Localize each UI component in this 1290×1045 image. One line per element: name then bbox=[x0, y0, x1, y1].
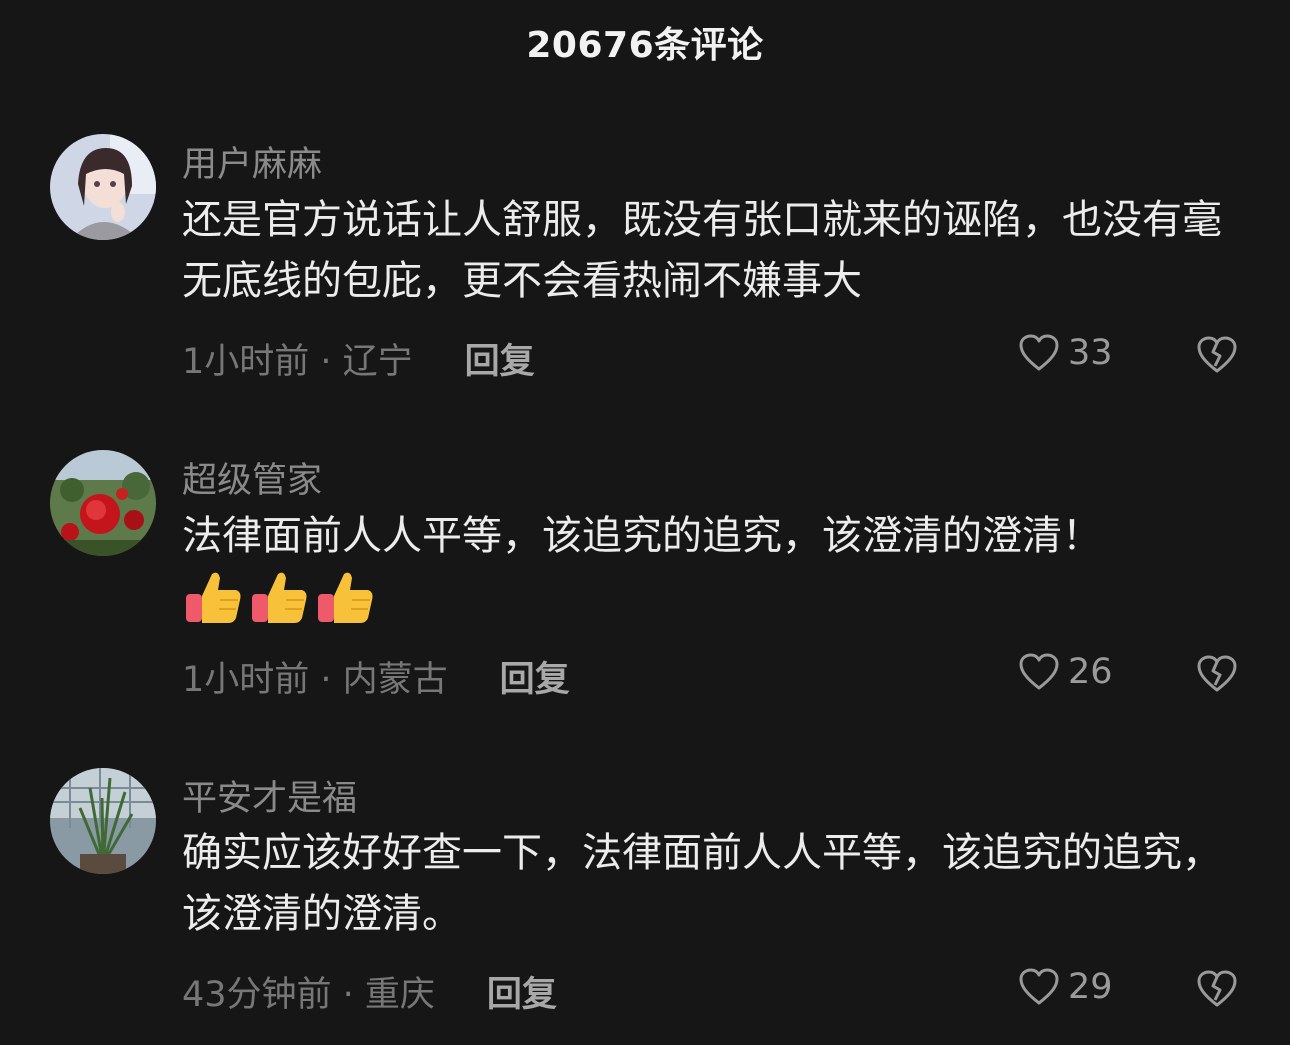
like-count: 26 bbox=[1068, 652, 1113, 692]
thumbs-up-icon bbox=[252, 572, 307, 623]
comment-username[interactable]: 用户麻麻 bbox=[182, 136, 322, 187]
comment-time-location: 43分钟前 · 重庆 bbox=[182, 975, 435, 1015]
heart-icon bbox=[1019, 653, 1059, 690]
comments-header: 20676条评论 bbox=[0, 0, 1290, 84]
broken-heart-icon bbox=[1197, 970, 1237, 1007]
comment-text: 法律面前人人平等，该追究的追究，该澄清的澄清！ bbox=[182, 513, 1102, 559]
comment-count-title: 20676条评论 bbox=[526, 25, 764, 66]
like-button[interactable]: 26 bbox=[1018, 652, 1113, 692]
comment-username[interactable]: 平安才是福 bbox=[182, 770, 357, 821]
like-button[interactable]: 33 bbox=[1018, 333, 1113, 373]
dislike-button[interactable] bbox=[1196, 969, 1238, 1013]
broken-heart-icon bbox=[1197, 655, 1237, 692]
avatar[interactable] bbox=[50, 134, 156, 240]
reply-button[interactable]: 回复 bbox=[487, 966, 557, 1017]
dislike-button[interactable] bbox=[1196, 654, 1238, 698]
avatar[interactable] bbox=[50, 768, 156, 874]
heart-icon bbox=[1019, 968, 1059, 1005]
comment-meta: 1小时前 · 内蒙古 回复 bbox=[182, 651, 570, 702]
thumbs-up-icon bbox=[186, 572, 241, 623]
thumbs-up-icon bbox=[318, 572, 373, 623]
comment-meta: 1小时前 · 辽宁 回复 bbox=[182, 333, 535, 384]
comment-text: 确实应该好好查一下，法律面前人人平等，该追究的追究，该澄清的澄清。 bbox=[182, 830, 1222, 937]
reply-button[interactable]: 回复 bbox=[465, 333, 535, 384]
comment-username[interactable]: 超级管家 bbox=[182, 452, 322, 503]
comment-text: 还是官方说话让人舒服，既没有张口就来的诬陷，也没有毫无底线的包庇，更不会看热闹不… bbox=[182, 197, 1222, 304]
avatar[interactable] bbox=[50, 450, 156, 556]
like-button[interactable]: 29 bbox=[1018, 967, 1113, 1007]
broken-heart-icon bbox=[1197, 336, 1237, 373]
dislike-button[interactable] bbox=[1196, 335, 1238, 379]
like-count: 33 bbox=[1068, 333, 1113, 373]
comment-time-location: 1小时前 · 辽宁 bbox=[182, 342, 413, 382]
heart-icon bbox=[1019, 334, 1059, 371]
emoji-row bbox=[184, 568, 376, 626]
comment-time-location: 1小时前 · 内蒙古 bbox=[182, 660, 448, 700]
like-count: 29 bbox=[1068, 967, 1113, 1007]
reply-button[interactable]: 回复 bbox=[500, 651, 570, 702]
comment-meta: 43分钟前 · 重庆 回复 bbox=[182, 966, 557, 1017]
